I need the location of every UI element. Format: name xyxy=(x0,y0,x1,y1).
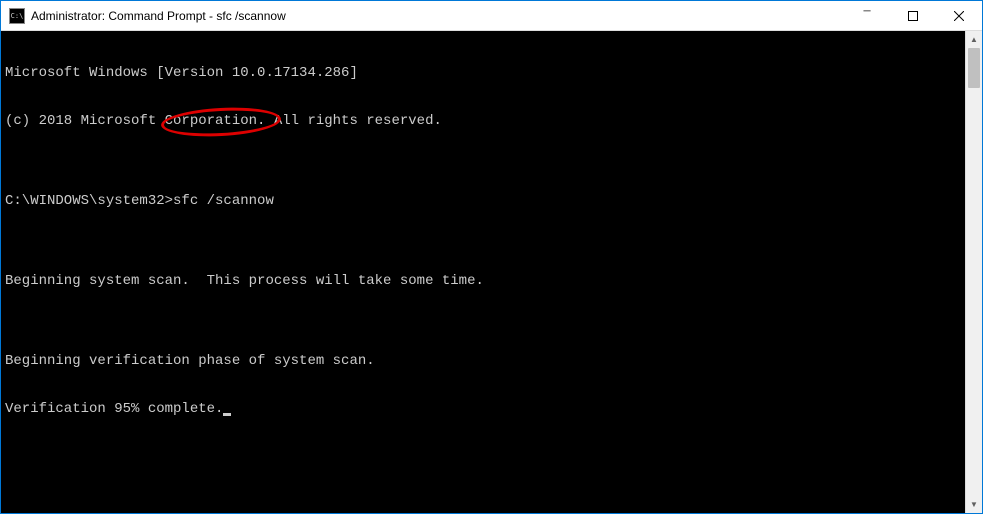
console-line: Microsoft Windows [Version 10.0.17134.28… xyxy=(5,65,961,81)
window-controls: ─ xyxy=(844,1,982,30)
console-area: Microsoft Windows [Version 10.0.17134.28… xyxy=(1,31,982,513)
minimize-button[interactable]: ─ xyxy=(844,1,890,30)
console-output[interactable]: Microsoft Windows [Version 10.0.17134.28… xyxy=(1,31,965,513)
chevron-up-icon: ▲ xyxy=(970,35,978,44)
scroll-thumb[interactable] xyxy=(968,48,980,88)
scroll-track[interactable] xyxy=(966,48,982,496)
minimize-icon: ─ xyxy=(863,6,870,17)
maximize-icon xyxy=(908,11,918,21)
cursor xyxy=(223,413,231,416)
maximize-button[interactable] xyxy=(890,1,936,30)
close-button[interactable] xyxy=(936,1,982,30)
scroll-up-button[interactable]: ▲ xyxy=(966,31,982,48)
console-line: (c) 2018 Microsoft Corporation. All righ… xyxy=(5,113,961,129)
console-line: Beginning verification phase of system s… xyxy=(5,353,961,369)
cmd-icon: C:\ xyxy=(9,8,25,24)
console-line: C:\WINDOWS\system32>sfc /scannow xyxy=(5,193,961,209)
close-icon xyxy=(954,11,964,21)
console-line: Beginning system scan. This process will… xyxy=(5,273,961,289)
vertical-scrollbar[interactable]: ▲ ▼ xyxy=(965,31,982,513)
chevron-down-icon: ▼ xyxy=(970,500,978,509)
scroll-down-button[interactable]: ▼ xyxy=(966,496,982,513)
window-title: Administrator: Command Prompt - sfc /sca… xyxy=(31,9,844,23)
console-line: Verification 95% complete. xyxy=(5,401,961,417)
titlebar[interactable]: C:\ Administrator: Command Prompt - sfc … xyxy=(1,1,982,31)
